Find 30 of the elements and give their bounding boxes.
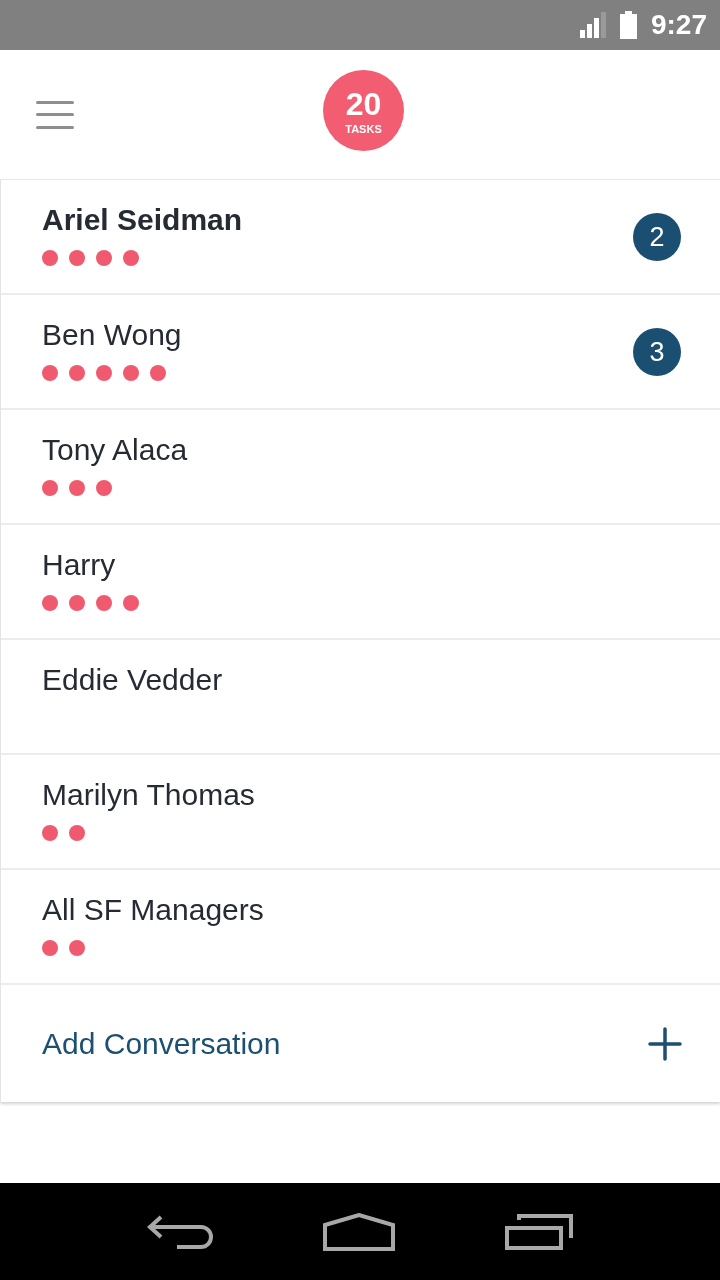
status-time: 9:27 bbox=[650, 11, 707, 39]
contact-name: Harry bbox=[42, 547, 116, 583]
conversation-row[interactable]: Ben Wong 3 bbox=[1, 295, 720, 410]
recent-apps-button[interactable] bbox=[505, 1213, 573, 1250]
contact-name: Ariel Seidman bbox=[42, 202, 243, 238]
task-label: TASKS bbox=[345, 124, 382, 135]
menu-icon bbox=[36, 100, 74, 129]
contact-name: Marilyn Thomas bbox=[42, 777, 255, 813]
conversation-row[interactable]: Tony Alaca bbox=[1, 410, 720, 525]
task-count: 20 bbox=[345, 88, 382, 120]
unread-count-badge: 2 bbox=[633, 213, 681, 261]
home-button[interactable] bbox=[323, 1212, 395, 1251]
menu-button[interactable] bbox=[36, 100, 74, 129]
contact-name: Eddie Vedder bbox=[42, 662, 223, 698]
plus-icon bbox=[648, 1026, 682, 1061]
contact-name: Tony Alaca bbox=[42, 432, 188, 468]
home-icon bbox=[323, 1212, 395, 1251]
conversation-row[interactable]: Eddie Vedder bbox=[1, 640, 720, 755]
battery-icon bbox=[619, 11, 637, 39]
add-conversation-button[interactable]: Add Conversation bbox=[1, 985, 720, 1102]
contact-name: All SF Managers bbox=[42, 892, 264, 928]
contact-name: Ben Wong bbox=[42, 317, 182, 353]
unread-count-badge: 3 bbox=[633, 328, 681, 376]
back-button[interactable] bbox=[147, 1214, 213, 1249]
conversation-row[interactable]: Harry bbox=[1, 525, 720, 640]
conversation-row[interactable]: Ariel Seidman 2 bbox=[1, 180, 720, 295]
recent-apps-icon bbox=[505, 1213, 573, 1250]
signal-icon bbox=[579, 12, 606, 38]
back-icon bbox=[147, 1214, 213, 1249]
conversation-row[interactable]: Marilyn Thomas bbox=[1, 755, 720, 870]
